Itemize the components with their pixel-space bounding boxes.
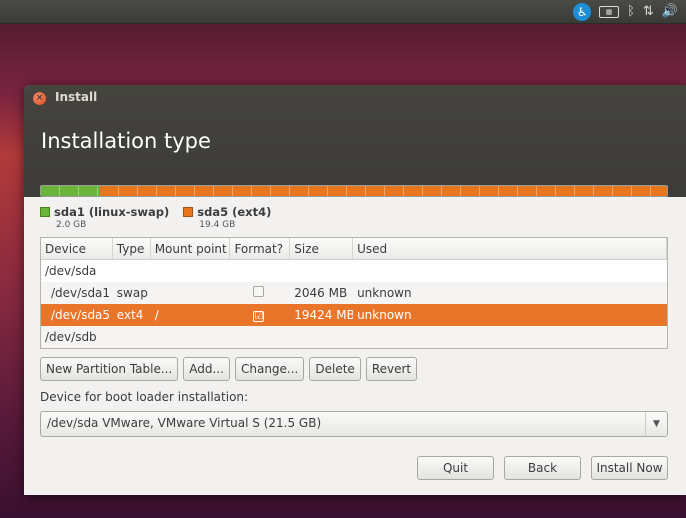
volume-icon[interactable]: 🔊: [662, 3, 678, 21]
legend-item-sda1: sda1 (linux-swap) 2.0 GB: [40, 205, 169, 230]
cell-format: ☑: [230, 308, 290, 322]
cell-type: swap: [116, 286, 148, 300]
partition-bar-ext4: [100, 186, 667, 196]
page-title: Installation type: [41, 129, 211, 153]
partition-bar-swap: [41, 186, 101, 196]
cell-used: unknown: [357, 286, 412, 300]
cell-mount-point: /: [154, 308, 159, 322]
cell-device: /dev/sda1: [51, 286, 111, 300]
partition-toolbar: New Partition Table... Add... Change... …: [40, 357, 418, 381]
legend-label: sda5 (ext4): [197, 205, 272, 219]
column-header-used[interactable]: Used: [353, 238, 668, 259]
cell-size: 2046 MB: [294, 286, 348, 300]
table-row[interactable]: /dev/sda: [41, 260, 667, 282]
legend-item-sda5: sda5 (ext4) 19.4 GB: [183, 205, 271, 230]
cell-used: unknown: [357, 308, 412, 322]
cell-type: ext4: [116, 308, 144, 322]
table-row[interactable]: /dev/sdb: [41, 326, 667, 348]
bootloader-device-value: /dev/sda VMware, VMware Virtual S (21.5 …: [47, 416, 322, 430]
column-header-size[interactable]: Size: [290, 238, 354, 259]
titlebar: × Install Installation type: [24, 85, 686, 197]
column-header-device[interactable]: Device: [41, 238, 113, 259]
legend-label: sda1 (linux-swap): [54, 205, 170, 219]
partition-bar: [40, 185, 668, 197]
delete-button[interactable]: Delete: [309, 357, 361, 381]
change-button[interactable]: Change...: [234, 357, 305, 381]
column-header-format[interactable]: Format?: [230, 238, 291, 259]
column-header-type[interactable]: Type: [113, 238, 151, 259]
keyboard-icon[interactable]: ▦: [599, 6, 620, 18]
format-checkbox-checked[interactable]: ☑: [253, 311, 265, 322]
legend-size: 19.4 GB: [199, 220, 236, 230]
cell-format: [230, 286, 290, 300]
add-button[interactable]: Add...: [183, 357, 230, 381]
cell-device: /dev/sda: [45, 264, 97, 278]
partition-legend: sda1 (linux-swap) 2.0 GB sda5 (ext4) 19.…: [40, 205, 271, 230]
installer-window: × Install Installation type sda1 (linux-…: [24, 85, 686, 495]
bluetooth-icon[interactable]: ᛒ: [627, 3, 635, 21]
new-partition-table-button[interactable]: New Partition Table...: [40, 357, 179, 381]
back-button[interactable]: Back: [504, 456, 581, 480]
bootloader-device-select[interactable]: /dev/sda VMware, VMware Virtual S (21.5 …: [40, 411, 668, 437]
chevron-down-icon[interactable]: ▼: [645, 412, 667, 436]
network-icon[interactable]: ⇅: [643, 3, 654, 21]
revert-button[interactable]: Revert: [365, 357, 418, 381]
legend-size: 2.0 GB: [56, 220, 87, 230]
table-header: Device Type Mount point Format? Size Use…: [41, 238, 668, 260]
table-row-selected[interactable]: /dev/sda5 ext4 / ☑ 19424 MB unknown: [41, 304, 667, 326]
swap-swatch: [40, 207, 50, 217]
system-tray: ♿ ▦ ᛒ ⇅ 🔊: [573, 3, 678, 21]
top-panel: ♿ ▦ ᛒ ⇅ 🔊: [0, 0, 686, 24]
quit-button[interactable]: Quit: [417, 456, 494, 480]
cell-device: /dev/sdb: [45, 330, 97, 344]
column-header-mount-point[interactable]: Mount point: [151, 238, 231, 259]
cell-size: 19424 MB: [294, 308, 354, 322]
ext4-swatch: [183, 207, 194, 217]
partition-table: Device Type Mount point Format? Size Use…: [40, 237, 668, 349]
accessibility-icon[interactable]: ♿: [573, 3, 592, 21]
window-title: Install: [55, 90, 98, 104]
close-icon[interactable]: ×: [33, 92, 46, 105]
format-checkbox[interactable]: [253, 286, 265, 297]
footer-buttons: Quit Back Install Now: [417, 456, 668, 480]
cell-device: /dev/sda5: [51, 308, 111, 322]
bootloader-label: Device for boot loader installation:: [40, 390, 249, 404]
install-now-button[interactable]: Install Now: [591, 456, 668, 480]
table-row[interactable]: /dev/sda1 swap 2046 MB unknown: [41, 282, 667, 304]
